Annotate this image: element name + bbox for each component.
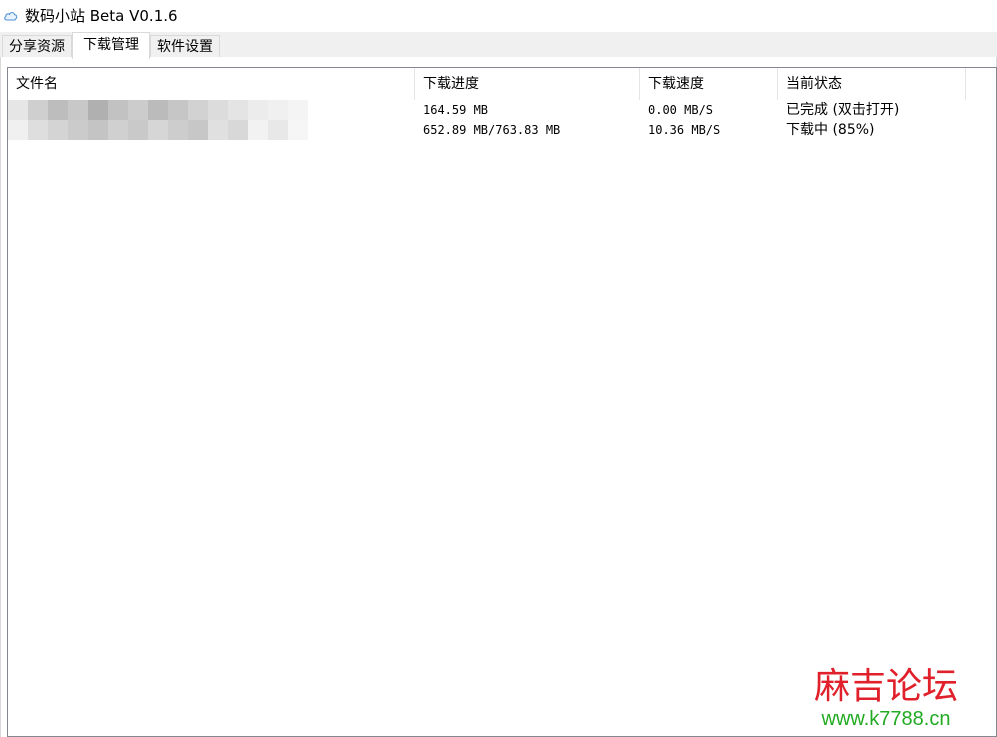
title-bar[interactable]: 数码小站 Beta V0.1.6 [0,0,997,32]
tab-download-manager[interactable]: 下载管理 [72,32,150,59]
list-item[interactable]: 652.89 MB/763.83 MB 10.36 MB/S 下载中 (85%) [8,120,996,140]
download-progress: 164.59 MB [423,103,489,117]
list-header: 文件名 下载进度 下载速度 当前状态 [8,68,996,100]
download-speed: 10.36 MB/S [648,123,721,137]
column-header-progress[interactable]: 下载进度 [415,68,640,100]
download-list[interactable]: 文件名 下载进度 下载速度 当前状态 164.59 MB 0.00 MB/S 已… [7,67,997,737]
column-header-filename[interactable]: 文件名 [8,68,415,100]
download-progress: 652.89 MB/763.83 MB [423,123,561,137]
download-status: 下载中 (85%) [786,122,875,138]
column-header-status[interactable]: 当前状态 [778,68,966,100]
window-title: 数码小站 Beta V0.1.6 [25,7,178,25]
blurred-filename [8,120,308,140]
tab-share-resources[interactable]: 分享资源 [2,35,72,58]
download-status: 已完成 (双击打开) [786,102,900,118]
watermark: 麻吉论坛 www.k7788.cn [811,667,961,731]
tab-strip: 分享资源 下载管理 软件设置 [0,32,997,59]
blurred-filename [8,100,308,120]
watermark-title: 麻吉论坛 [813,666,958,707]
column-header-speed[interactable]: 下载速度 [640,68,778,100]
watermark-url: www.k7788.cn [821,708,951,730]
tab-software-settings[interactable]: 软件设置 [150,35,220,58]
app-window: 数码小站 Beta V0.1.6 分享资源 下载管理 软件设置 文件名 下载进度… [0,0,997,737]
download-speed: 0.00 MB/S [648,103,714,117]
cloud-icon [4,12,18,21]
list-item[interactable]: 164.59 MB 0.00 MB/S 已完成 (双击打开) [8,100,996,120]
download-manager-panel: 文件名 下载进度 下载速度 当前状态 164.59 MB 0.00 MB/S 已… [0,57,997,737]
